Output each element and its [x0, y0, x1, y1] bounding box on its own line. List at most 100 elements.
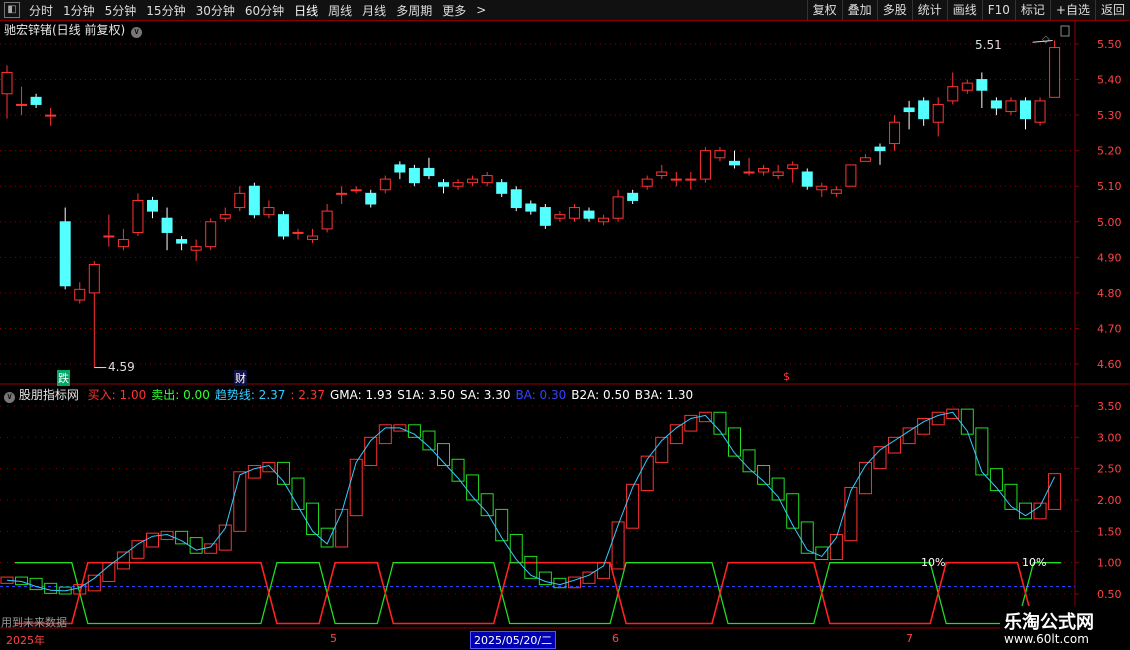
period-tab-3[interactable]: 15分钟 [141, 2, 190, 19]
candle-body [321, 210, 333, 230]
candle-body [859, 157, 871, 162]
period-tab-6[interactable]: 日线 [289, 2, 323, 19]
toolbar-action-1[interactable]: 叠加 [841, 0, 877, 20]
chart-toggle-icon[interactable]: ◧ [4, 2, 20, 18]
main-title: 驰宏锌锗(日线 前复权) ∨ [4, 21, 143, 38]
candle-body [583, 210, 595, 219]
oscillator-bar [509, 533, 523, 564]
price-tick-label: 5.40 [1097, 74, 1122, 87]
toolbar-action-3[interactable]: 统计 [911, 0, 947, 20]
candle-body [845, 164, 857, 187]
indicator-param-5: S1A: 3.50 [397, 388, 456, 402]
oscillator-bar [495, 508, 509, 542]
period-toolbar: ◧ 分时 1分钟 5分钟 15分钟 30分钟 60分钟 日线 周线 月线 多周期 更多 > 复权 叠加多… [0, 0, 1130, 21]
oscillator-bar [233, 471, 247, 532]
candle-body [467, 178, 479, 184]
period-tabs: 分时 1分钟 5分钟 15分钟 30分钟 60分钟 日线 周线 月线 多周期 更多 > [24, 2, 491, 19]
period-tab-9[interactable]: 多周期 [391, 2, 437, 19]
price-tick-label: 5.50 [1097, 38, 1122, 51]
toolbar-action-6[interactable]: 标记 [1014, 0, 1050, 20]
period-tab-7[interactable]: 周线 [323, 2, 357, 19]
oscillator-bar [975, 427, 989, 476]
period-tab-5[interactable]: 60分钟 [240, 2, 289, 19]
indicator-param-6: SA: 3.30 [460, 388, 511, 402]
candle-body [205, 221, 217, 248]
toolbar-action-7[interactable]: +自选 [1049, 0, 1095, 20]
toolbar-action-5[interactable]: F10 [981, 0, 1015, 20]
candle-body [743, 171, 755, 174]
candle-body [772, 171, 784, 177]
candle-body [263, 207, 275, 216]
candle-body [903, 107, 915, 113]
indicator-tick-label: 0.50 [1097, 588, 1122, 601]
trend-line [6, 411, 1056, 592]
price-tick-label: 4.90 [1097, 251, 1122, 264]
oscillator-bar [1019, 502, 1032, 520]
candle-body [161, 217, 173, 233]
candle-body [292, 231, 304, 234]
indicator-param-4: GMA: 1.93 [329, 388, 393, 402]
title-chevron-icon[interactable]: ∨ [131, 27, 143, 38]
indicator-chevron-icon[interactable]: ∨ [4, 392, 15, 403]
watermark: 乐淘公式网 www.60lt.com [1000, 606, 1130, 650]
period-tab-8[interactable]: 月线 [357, 2, 391, 19]
candle-body [438, 182, 449, 187]
oscillator-bar [87, 574, 101, 592]
date-july: 7 [906, 632, 913, 645]
candle-body [539, 207, 551, 226]
candle-body [568, 207, 580, 219]
period-tab-1[interactable]: 1分钟 [58, 2, 100, 19]
oscillator-bar [917, 418, 931, 435]
oscillator-bar [349, 458, 363, 517]
toolbar-action-4[interactable]: 画线 [946, 0, 982, 20]
toolbar-action-8[interactable]: 返回 [1094, 0, 1130, 20]
indicator-tick-label: 3.00 [1097, 431, 1122, 444]
candle-body [1005, 100, 1017, 113]
candle-body [379, 178, 391, 191]
oscillator-bar [902, 427, 916, 445]
candle-body [408, 167, 420, 184]
period-tab-2[interactable]: 5分钟 [100, 2, 142, 19]
candle-body [365, 192, 377, 205]
indicator-param-9: B3A: 1.30 [634, 388, 694, 402]
stock-title: 驰宏锌锗(日线 前复权) [4, 23, 126, 37]
indicator-name: 股朋指标网 [18, 388, 79, 402]
candle-body [496, 182, 508, 194]
oscillator-bar [815, 546, 829, 561]
oscillator-bar [306, 502, 320, 535]
candle-body [685, 178, 697, 181]
pct-label-left: 10% [921, 556, 946, 569]
future-data-note: 用到未来数据 [1, 616, 67, 629]
candle-body [641, 178, 653, 187]
candle-body [670, 178, 682, 181]
more-chevron-icon[interactable]: > [471, 3, 491, 17]
period-tab-10[interactable]: 更多 [437, 2, 471, 19]
oscillator-bar [888, 436, 902, 454]
marker-finance: 财 [234, 370, 247, 386]
oscillator-bar [626, 483, 640, 529]
period-tab-0[interactable]: 分时 [24, 2, 58, 19]
indicator-title: ∨ 股朋指标网 买入: 1.00 卖出: 0.00 趋势线: 2.37: 2.37 G… [4, 386, 693, 403]
indicator-tick-label: 1.00 [1097, 557, 1122, 570]
watermark-url: www.60lt.com [1004, 632, 1089, 646]
price-tick-label: 5.10 [1097, 180, 1122, 193]
indicator-param-2: 趋势线: 2.37 [214, 388, 286, 402]
candle-body [510, 189, 522, 209]
candle-body [598, 217, 610, 223]
price-tick-label: 5.20 [1097, 145, 1122, 158]
candle-body [932, 103, 944, 123]
indicator-tick-label: 2.50 [1097, 463, 1122, 476]
period-tab-4[interactable]: 30分钟 [191, 2, 240, 19]
oscillator-bar [364, 436, 378, 467]
toolbar-action-0[interactable]: 复权 [806, 0, 842, 20]
price-tick-label: 4.60 [1097, 358, 1122, 371]
candle-body [525, 203, 537, 212]
indicator-param-0: 买入: 1.00 [87, 388, 147, 402]
candle-body [1034, 100, 1046, 123]
oscillator-bar [204, 543, 218, 554]
toolbar-action-2[interactable]: 多股 [876, 0, 912, 20]
candle-body [423, 167, 435, 177]
indicator-param-7: BA: 0.30 [515, 388, 567, 402]
candle-body [394, 164, 406, 173]
indicator-param-8: B2A: 0.50 [571, 388, 630, 402]
